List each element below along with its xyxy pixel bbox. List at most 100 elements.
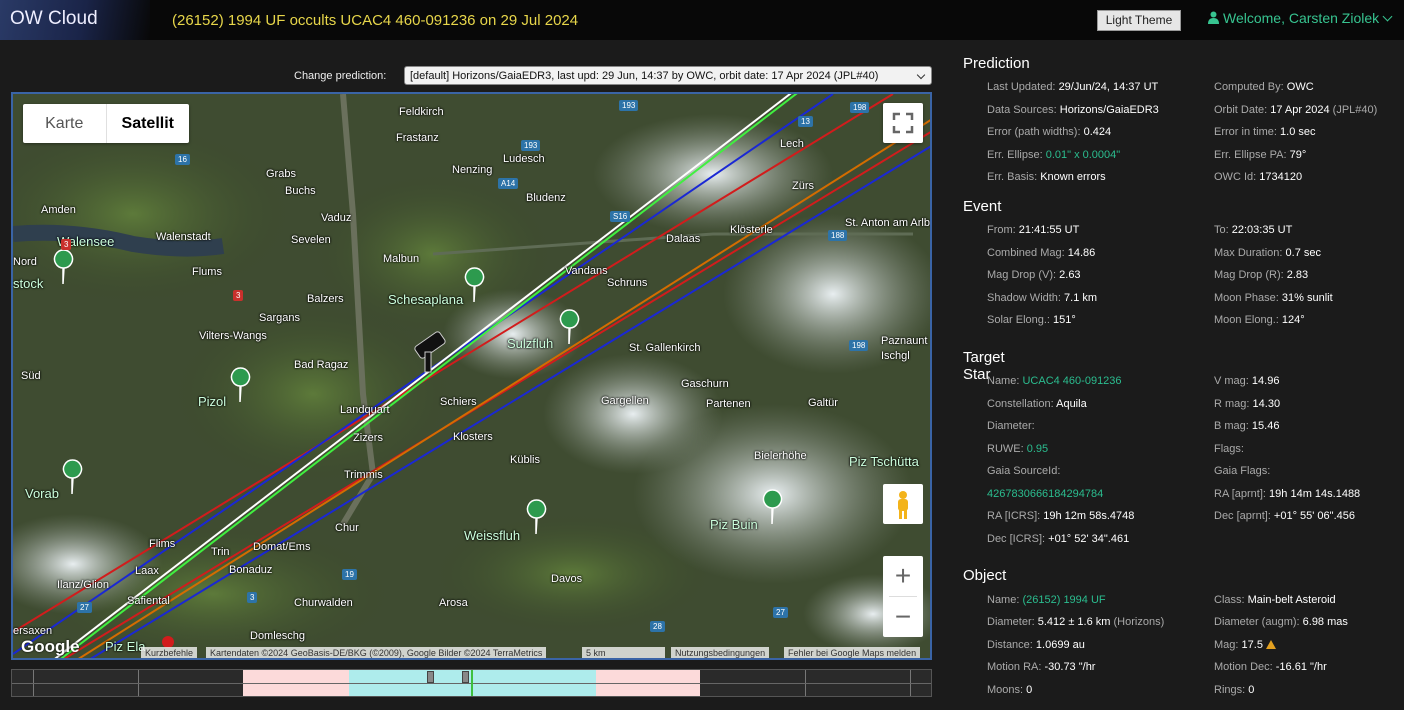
flags-row: Flags: (1214, 443, 1244, 455)
timeline-handle-right[interactable] (462, 671, 469, 683)
map-place-label: Arosa (439, 597, 468, 609)
map-type-karte-button[interactable]: Karte (23, 104, 107, 143)
field-label: RA [aprnt]: (1214, 488, 1266, 500)
event-from-row: From: 21:41:55 UT (987, 224, 1079, 236)
field-value: 6.98 mas (1302, 616, 1348, 628)
zoom-in-button[interactable]: + (883, 556, 923, 596)
field-label: Moons: (987, 684, 1024, 696)
map-place-label: Bludenz (526, 192, 566, 204)
warning-icon[interactable] (1265, 640, 1276, 649)
map-scale[interactable]: 5 km (582, 647, 665, 658)
field-value: OWC (1286, 81, 1314, 93)
map-place-label: Sevelen (291, 234, 331, 246)
street-view-pegman-button[interactable] (883, 484, 923, 524)
light-theme-button[interactable]: Light Theme (1097, 10, 1181, 31)
zoom-out-button[interactable]: − (883, 597, 923, 637)
map-place-label: Klösterle (730, 224, 773, 236)
field-label: Gaia SourceId: (987, 465, 1061, 477)
object-class-row: Class: Main-belt Asteroid (1214, 594, 1336, 606)
map-place-label: Vilters-Wangs (199, 330, 267, 342)
map-place-label: Ischgl (881, 350, 910, 362)
r-mag-row: R mag: 14.30 (1214, 398, 1280, 410)
field-value: Aquila (1056, 398, 1087, 410)
b-mag-row: B mag: 15.46 (1214, 420, 1279, 432)
field-value: 17.5 (1241, 639, 1263, 651)
field-value: Horizons/GaiaEDR3 (1059, 104, 1159, 116)
star-name-link[interactable]: UCAC4 460-091236 (1022, 375, 1121, 387)
motion-ra-row: Motion RA: -30.73 "/hr (987, 661, 1095, 673)
map-place-label: Trimmis (344, 469, 383, 481)
field-value: -16.61 "/hr (1275, 661, 1327, 673)
field-value: 1.0 sec (1280, 126, 1316, 138)
fullscreen-icon (892, 112, 914, 134)
map-place-label: Amden (41, 204, 76, 216)
prediction-select[interactable]: [default] Horizons/GaiaEDR3, last upd: 2… (404, 66, 932, 85)
field-value: 0 (1026, 684, 1033, 696)
field-value: Known errors (1040, 171, 1106, 183)
field-value: 14.30 (1252, 398, 1281, 410)
map-type-toggle[interactable]: Karte Satellit (23, 104, 189, 143)
field-label: Dec [ICRS]: (987, 533, 1046, 545)
field-label: Flags: (1214, 443, 1244, 455)
map-type-satellit-button[interactable]: Satellit (107, 104, 190, 143)
field-label: Rings: (1214, 684, 1246, 696)
road-shield: 198 (850, 102, 870, 113)
error-ellipse-link[interactable]: 0.01" x 0.0004" (1046, 149, 1120, 161)
data-sources-row: Data Sources: Horizons/GaiaEDR3 (987, 104, 1159, 116)
ra-aprnt-row: RA [aprnt]: 19h 14m 14s.1488 (1214, 488, 1360, 500)
gaia-flags-row: Gaia Flags: (1214, 465, 1270, 477)
mag-drop-r-row: Mag Drop (R): 2.83 (1214, 269, 1308, 281)
orbit-date-row: Orbit Date: 17 Apr 2024 (JPL#40) (1214, 104, 1377, 116)
ruwe-link[interactable]: 0.95 (1027, 443, 1048, 455)
map-attribution: Kurzbefehle Kartendaten ©2024 GeoBasis-D… (13, 647, 930, 658)
error-path-row: Error (path widths): 0.424 (987, 126, 1111, 138)
field-value: 1.0699 au (1035, 639, 1085, 651)
gaia-sourceid-link[interactable]: 4267830666184294784 (987, 488, 1103, 500)
road-shield: 27 (77, 602, 92, 613)
field-label: OWC Id: (1214, 171, 1257, 183)
field-label: Orbit Date: (1214, 104, 1268, 116)
field-value: 29/Jun/24, 14:37 UT (1058, 81, 1159, 93)
map-place-label: Piz Tschütta (849, 454, 919, 469)
terms-link[interactable]: Nutzungsbedingungen (671, 647, 770, 658)
field-value: 21:41:55 UT (1018, 224, 1080, 236)
object-name-link[interactable]: (26152) 1994 UF (1022, 594, 1105, 606)
fullscreen-button[interactable] (883, 103, 923, 143)
change-prediction-label: Change prediction: (294, 70, 387, 82)
map-place-label: Flums (192, 266, 222, 278)
user-menu[interactable]: Welcome, Carsten Ziolek (1208, 10, 1393, 26)
field-label: Moon Elong.: (1214, 314, 1279, 326)
object-name-row: Name: (26152) 1994 UF (987, 594, 1106, 606)
map-place-label: Klosters (453, 431, 493, 443)
field-value: 19h 14m 14s.1488 (1269, 488, 1361, 500)
map-place-label: Bad Ragaz (294, 359, 349, 371)
app-name[interactable]: OW Cloud (10, 8, 98, 30)
pegman-icon (898, 491, 908, 519)
field-value: 0.424 (1083, 126, 1112, 138)
keyboard-shortcuts-link[interactable]: Kurzbefehle (141, 647, 198, 658)
object-heading: Object (963, 567, 1007, 584)
map-place-label: Zizers (353, 432, 383, 444)
computed-by-row: Computed By: OWC (1214, 81, 1314, 93)
field-value: 1734120 (1259, 171, 1303, 183)
chevron-down-icon (1382, 11, 1393, 22)
map-place-label: Domat/Ems (253, 541, 311, 553)
report-error-link[interactable]: Fehler bei Google Maps melden (784, 647, 921, 658)
event-timeline[interactable] (11, 669, 932, 697)
map-place-label: Küblis (510, 454, 540, 466)
map-place-label: Pizol (198, 394, 227, 409)
road-shield: 193 (619, 100, 639, 111)
map-view[interactable]: Karte Satellit + − Google Feldkirch Frast… (11, 92, 932, 660)
motion-dec-row: Motion Dec: -16.61 "/hr (1214, 661, 1327, 673)
field-label: Mag: (1214, 639, 1239, 651)
road-shield: 16 (175, 154, 190, 165)
timeline-handle-left[interactable] (427, 671, 434, 683)
road-shield: A14 (498, 178, 519, 189)
map-place-label: Flims (149, 538, 176, 550)
map-place-label: Sulzfluh (507, 336, 554, 351)
field-label: Err. Ellipse: (987, 149, 1043, 161)
app-logo[interactable]: OW Cloud (0, 0, 150, 40)
field-label: Motion RA: (987, 661, 1042, 673)
map-place-label: Chur (335, 522, 359, 534)
map-place-label: Nord (13, 256, 37, 268)
